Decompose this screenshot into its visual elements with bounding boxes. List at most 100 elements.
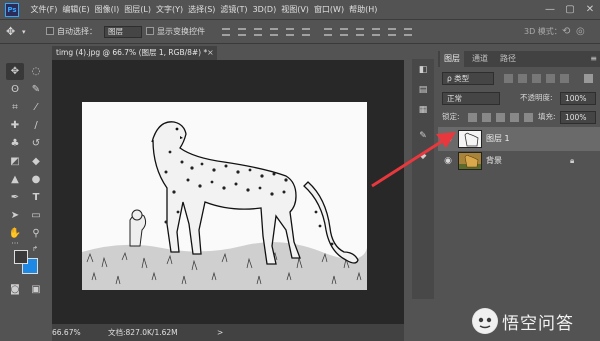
lock-all-icon[interactable] (524, 113, 533, 122)
pen-tool-icon[interactable]: ✒ (6, 189, 24, 206)
distribute-vcenter-icon[interactable] (340, 28, 348, 36)
menu-filter[interactable]: 滤镜(T) (218, 0, 250, 20)
cheetah-sketch-image (82, 102, 367, 290)
tool-preset-dropdown-icon[interactable]: ▾ (22, 20, 26, 44)
healing-brush-icon[interactable]: ✚ (6, 117, 24, 134)
tab-layers[interactable]: 图层 (440, 51, 464, 67)
opacity-input[interactable]: 100% (560, 92, 596, 105)
filter-pixel-icon[interactable] (504, 74, 513, 83)
layer-name[interactable]: 背景 (486, 149, 502, 173)
blend-mode-dropdown[interactable]: 正常 (442, 92, 500, 105)
type-tool-icon[interactable]: T (27, 189, 45, 206)
menu-image[interactable]: 图像(I) (92, 0, 122, 20)
align-right-icon[interactable] (302, 28, 310, 36)
lasso-tool-icon[interactable]: ʘ (6, 81, 24, 98)
screen-mode-icon[interactable]: ▣ (27, 281, 45, 298)
distribute-hcenter-icon[interactable] (388, 28, 396, 36)
lock-image-icon[interactable] (482, 113, 491, 122)
align-top-icon[interactable] (222, 28, 230, 36)
menu-layer[interactable]: 图层(L) (122, 0, 154, 20)
menu-select[interactable]: 选择(S) (186, 0, 218, 20)
tab-paths[interactable]: 路径 (496, 51, 520, 67)
brush-panel-icon[interactable]: ✎ (416, 129, 430, 143)
show-transform-checkbox[interactable]: 显示变换控件 (146, 20, 205, 44)
clone-stamp-icon[interactable]: ♣ (6, 135, 24, 152)
close-window-button[interactable]: ✕ (580, 0, 600, 20)
watermark: 悟空问答 (472, 306, 574, 336)
filter-adjustment-icon[interactable] (518, 74, 527, 83)
filter-shape-icon[interactable] (546, 74, 555, 83)
menu-3d[interactable]: 3D(D) (250, 0, 279, 20)
align-left-icon[interactable] (270, 28, 278, 36)
visibility-eye-icon[interactable]: ◉ (443, 156, 453, 166)
zoom-level[interactable]: 66.67% (52, 324, 81, 341)
distribute-left-icon[interactable] (372, 28, 380, 36)
auto-select-dropdown[interactable]: 图层 (104, 26, 142, 38)
distribute-top-icon[interactable] (324, 28, 332, 36)
menu-file[interactable]: 文件(F) (28, 0, 60, 20)
paint-bucket-icon[interactable]: ◆ (27, 153, 45, 170)
lock-transparent-icon[interactable] (468, 113, 477, 122)
filter-type-icon[interactable] (532, 74, 541, 83)
show-transform-box[interactable] (146, 27, 154, 35)
menu-help[interactable]: 帮助(H) (347, 0, 380, 20)
eyedropper-icon[interactable]: ⁄ (27, 99, 45, 116)
character-panel-icon[interactable]: ◆ (416, 149, 430, 163)
align-vcenter-icon[interactable] (238, 28, 246, 36)
layer-row-layer1[interactable]: ◉ 图层 1 (438, 127, 600, 151)
history-brush-icon[interactable]: ↺ (27, 135, 45, 152)
document-tab[interactable]: timg (4).jpg @ 66.7% (图层 1, RGB/8#) * (52, 46, 207, 60)
lock-row: 锁定: 填充: 100% (438, 108, 600, 126)
filter-toggle-icon[interactable] (584, 74, 593, 83)
magic-wand-icon[interactable]: ✎ (27, 81, 45, 98)
distribute-right-icon[interactable] (404, 28, 412, 36)
auto-select-checkbox[interactable]: 自动选择： (46, 20, 97, 44)
maximize-button[interactable]: ▢ (560, 0, 580, 20)
panel-menu-icon[interactable]: ≡ (590, 51, 597, 67)
align-bottom-icon[interactable] (254, 28, 262, 36)
close-tab-icon[interactable]: × (207, 46, 217, 60)
roll-3d-icon[interactable]: ◎ (576, 20, 585, 44)
swap-colors-icon[interactable]: ↱ (30, 245, 40, 254)
lock-artboard-icon[interactable] (510, 113, 519, 122)
move-tool-icon[interactable]: ✥ (6, 63, 24, 80)
history-panel-icon[interactable]: ◧ (416, 63, 430, 77)
filter-smart-object-icon[interactable] (560, 74, 569, 83)
path-selection-icon[interactable]: ➤ (6, 207, 24, 224)
marquee-tool-icon[interactable]: ◌ (27, 63, 45, 80)
cheetah-sketch-drawing (82, 102, 367, 290)
distribute-bottom-icon[interactable] (356, 28, 364, 36)
layer-row-background[interactable]: ◉ 背景 🔒︎ (438, 149, 600, 173)
menu-view[interactable]: 视图(V) (279, 0, 312, 20)
orbit-3d-icon[interactable]: ⟲ (562, 20, 570, 44)
menu-window[interactable]: 窗口(W) (311, 0, 346, 20)
blur-tool-icon[interactable]: ▲ (6, 171, 24, 188)
crop-tool-icon[interactable]: ⌗ (6, 99, 24, 116)
visibility-eye-icon[interactable]: ◉ (443, 134, 453, 144)
move-tool-icon[interactable]: ✥ (6, 20, 15, 44)
canvas-area[interactable] (52, 60, 404, 324)
zoom-tool-icon[interactable]: ⚲ (27, 225, 45, 242)
tab-channels[interactable]: 通道 (468, 51, 492, 67)
quick-mask-icon[interactable]: ◙ (6, 281, 24, 298)
more-tools-icon[interactable]: ··· (6, 239, 24, 249)
layer-name[interactable]: 图层 1 (486, 127, 510, 151)
status-menu-icon[interactable]: > (217, 324, 223, 341)
dodge-tool-icon[interactable]: ● (27, 171, 45, 188)
menu-edit[interactable]: 编辑(E) (60, 0, 92, 20)
adjustments-panel-icon[interactable]: ▤ (416, 83, 430, 97)
eraser-tool-icon[interactable]: ◩ (6, 153, 24, 170)
fill-input[interactable]: 100% (560, 111, 596, 124)
lock-position-icon[interactable] (496, 113, 505, 122)
layer-filter-dropdown[interactable]: ρ 类型 (442, 72, 494, 85)
menu-type[interactable]: 文字(Y) (153, 0, 185, 20)
wukong-logo-shape (473, 309, 497, 333)
brush-tool-icon[interactable]: / (27, 117, 45, 134)
auto-select-box[interactable] (46, 27, 54, 35)
align-hcenter-icon[interactable] (286, 28, 294, 36)
fill-label: 填充: (538, 112, 556, 121)
foreground-color-swatch[interactable] (14, 250, 28, 264)
properties-panel-icon[interactable]: ▦ (416, 103, 430, 117)
minimize-button[interactable]: — (540, 0, 560, 20)
rectangle-tool-icon[interactable]: ▭ (27, 207, 45, 224)
